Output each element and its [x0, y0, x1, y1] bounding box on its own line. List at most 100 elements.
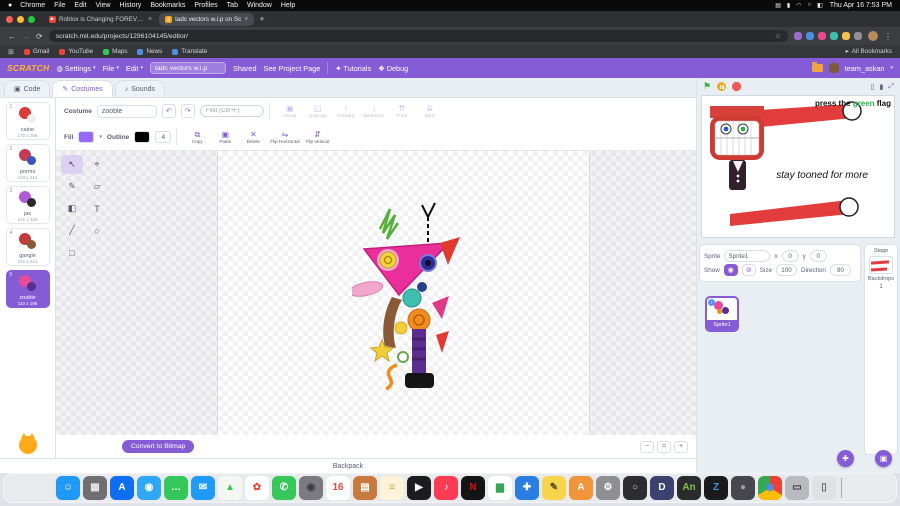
- app-store-dock-icon[interactable]: A: [110, 476, 134, 500]
- new-tab-button[interactable]: +: [259, 14, 264, 24]
- costume-name-input[interactable]: [96, 104, 157, 118]
- z-app-dock-icon[interactable]: Z: [704, 476, 728, 500]
- menu-item[interactable]: View: [95, 2, 110, 9]
- costume-item[interactable]: 5 zooble 110 x 196: [5, 270, 50, 308]
- bookmark-item[interactable]: YouTube: [59, 48, 93, 55]
- paint-toolbar-button[interactable]: ⇵ Flip Vertical: [304, 130, 332, 144]
- sprite-card[interactable]: i Sprite1: [705, 296, 739, 332]
- back-icon[interactable]: ←: [8, 32, 16, 41]
- blue-app-dock-icon[interactable]: ✚: [515, 476, 539, 500]
- file-menu[interactable]: File ▾: [103, 64, 119, 73]
- utilities-dock-icon[interactable]: ⚙: [596, 476, 620, 500]
- large-stage-icon[interactable]: ▮: [880, 83, 884, 91]
- zoom-in-button[interactable]: +: [674, 440, 688, 453]
- extension-icon[interactable]: [806, 32, 814, 40]
- calendar-dock-icon[interactable]: 16: [326, 476, 350, 500]
- spotlight-app-dock-icon[interactable]: ○: [623, 476, 647, 500]
- books-dock-icon[interactable]: ▤: [353, 476, 377, 500]
- circle-tool[interactable]: ○: [86, 221, 108, 240]
- zoom-reset-button[interactable]: =: [657, 440, 671, 453]
- stage-selector[interactable]: Stage Backdrops 1: [864, 244, 898, 455]
- settings-menu[interactable]: ◍ Settings ▾: [56, 64, 95, 73]
- eraser-tool[interactable]: ▱: [86, 177, 108, 196]
- system-settings-dock-icon[interactable]: ▭: [785, 476, 809, 500]
- paint-toolbar-button[interactable]: ▣ Paste: [212, 130, 238, 144]
- zooble-artwork[interactable]: [352, 197, 464, 393]
- menu-item[interactable]: Help: [281, 2, 295, 9]
- editor-tab[interactable]: ♪ Sounds: [114, 80, 165, 97]
- dark-app-dock-icon[interactable]: ●: [731, 476, 755, 500]
- sprite-x-input[interactable]: [781, 250, 799, 262]
- extension-icon[interactable]: [830, 32, 838, 40]
- finder-dock-icon[interactable]: ☺: [56, 476, 80, 500]
- minimize-window-button[interactable]: [17, 15, 24, 23]
- add-backdrop-button[interactable]: ▣: [875, 450, 892, 467]
- launchpad-dock-icon[interactable]: ▦: [83, 476, 107, 500]
- browser-tab[interactable]: ▶ Roblox is Changing FOREVER! ×: [43, 13, 158, 26]
- editor-tab[interactable]: ✎ Costumes: [52, 80, 113, 97]
- close-window-button[interactable]: [6, 15, 13, 23]
- extension-icon[interactable]: [842, 32, 850, 40]
- zoom-out-button[interactable]: −: [640, 440, 654, 453]
- pause-icon[interactable]: [717, 82, 727, 91]
- browser-tab[interactable]: S tadc vectors w.i.p on Sc ×: [159, 12, 255, 26]
- outline-width-input[interactable]: [155, 131, 172, 143]
- display-icon[interactable]: ▤: [775, 2, 781, 9]
- backpack-bar[interactable]: Backpack: [0, 458, 696, 473]
- costume-item[interactable]: 1 caine 170 x 208: [5, 102, 50, 140]
- tutorials-button[interactable]: ✦ Tutorials: [335, 64, 371, 73]
- camera-dock-icon[interactable]: ◉: [299, 476, 323, 500]
- battery-icon[interactable]: ▮: [787, 2, 790, 9]
- fill-tool[interactable]: ◧: [61, 199, 83, 218]
- menu-item[interactable]: Profiles: [194, 2, 217, 9]
- fill-color-swatch[interactable]: [78, 131, 95, 143]
- small-stage-icon[interactable]: ▯: [871, 83, 875, 91]
- outline-color-swatch[interactable]: [134, 131, 151, 143]
- add-sprite-button[interactable]: ✚: [837, 450, 854, 467]
- editor-tab[interactable]: ▣ Code: [4, 80, 51, 97]
- discord-dock-icon[interactable]: D: [650, 476, 674, 500]
- address-bar[interactable]: scratch.mit.edu/projects/1296104145/edit…: [48, 30, 788, 42]
- apple-tv-dock-icon[interactable]: ▶: [407, 476, 431, 500]
- profile-avatar[interactable]: [868, 31, 878, 41]
- show-sprite-button[interactable]: ◉: [723, 264, 738, 276]
- costume-item[interactable]: 4 gangle 151 x 221: [5, 228, 50, 266]
- add-costume-button[interactable]: [18, 433, 37, 454]
- paint-canvas[interactable]: ↖ ⌖ ✎ ▱ ◧ T ╱ ○ □: [56, 150, 696, 435]
- redo-button[interactable]: ↷: [180, 104, 195, 118]
- stage[interactable]: press the green flag stay tooned for mor…: [701, 95, 895, 238]
- see-project-page-button[interactable]: See Project Page: [264, 64, 321, 73]
- paint-toolbar-button[interactable]: ▣ Group: [277, 104, 303, 118]
- maps-dock-icon[interactable]: ▲: [218, 476, 242, 500]
- stocks-dock-icon[interactable]: ▆: [488, 476, 512, 500]
- reshape-tool[interactable]: ⌖: [86, 155, 108, 174]
- all-bookmarks-button[interactable]: ▸ All Bookmarks: [846, 48, 892, 55]
- extension-icon[interactable]: [818, 32, 826, 40]
- browser-menu-icon[interactable]: ⋮: [884, 32, 892, 41]
- safari-dock-icon[interactable]: ◉: [137, 476, 161, 500]
- hide-sprite-button[interactable]: ⊘: [741, 264, 756, 276]
- convert-to-bitmap-button[interactable]: Convert to Bitmap: [122, 440, 195, 453]
- spotlight-icon[interactable]: ○: [807, 2, 811, 9]
- select-tool[interactable]: ↖: [61, 155, 83, 174]
- menu-item[interactable]: History: [120, 2, 142, 9]
- paint-toolbar-button[interactable]: ⇈ Front: [389, 104, 415, 118]
- menu-item[interactable]: Chrome: [20, 2, 45, 9]
- paint-toolbar-button[interactable]: ↓ Backward: [361, 104, 387, 118]
- menu-item[interactable]: Window: [247, 2, 272, 9]
- green-flag-icon[interactable]: ⚑: [703, 81, 711, 92]
- pages-app-dock-icon[interactable]: A: [569, 476, 593, 500]
- folder-icon[interactable]: [811, 62, 823, 72]
- costume-item[interactable]: 3 jax 141 x 226: [5, 186, 50, 224]
- menu-item[interactable]: Bookmarks: [150, 2, 185, 9]
- sprite-direction-input[interactable]: [829, 264, 851, 276]
- debug-button[interactable]: ❖ Debug: [378, 64, 408, 73]
- messages-dock-icon[interactable]: …: [164, 476, 188, 500]
- line-tool[interactable]: ╱: [61, 221, 83, 240]
- bookmark-item[interactable]: Maps: [103, 48, 127, 55]
- bookmark-item[interactable]: Gmail: [23, 48, 49, 55]
- tab-close-icon[interactable]: ×: [244, 16, 248, 23]
- paint-toolbar-button[interactable]: ◱ Ungroup: [305, 104, 331, 118]
- notes-dock-icon[interactable]: ≡: [380, 476, 404, 500]
- paint-toolbar-button[interactable]: ✕ Delete: [240, 130, 266, 144]
